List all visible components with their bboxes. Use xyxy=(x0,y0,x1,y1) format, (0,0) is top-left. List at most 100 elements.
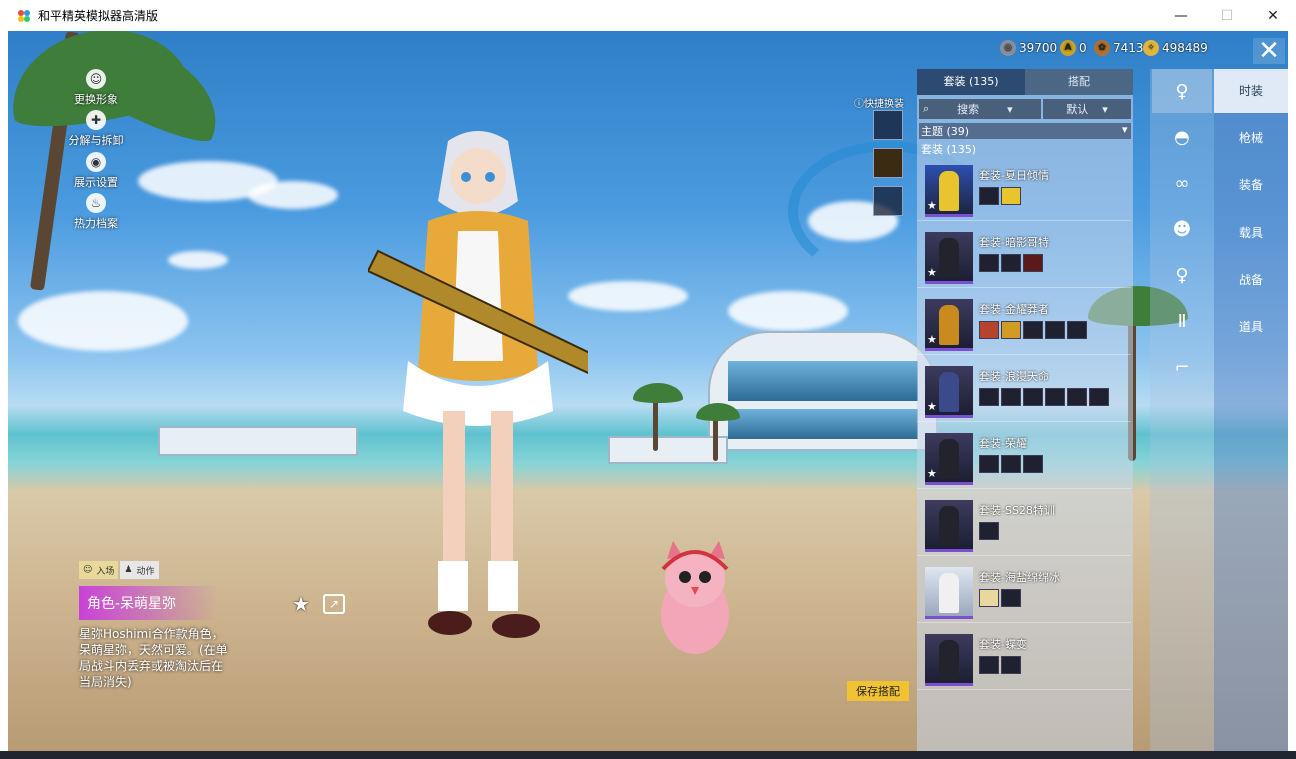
part-chip[interactable] xyxy=(1023,254,1043,272)
part-chip[interactable] xyxy=(1045,388,1065,406)
currency-silver-value: 39700 xyxy=(1019,41,1058,55)
eye-icon: ◉ xyxy=(86,152,106,172)
fire-icon: ♨ xyxy=(86,193,106,213)
star-icon: ★ xyxy=(927,199,937,212)
part-chip[interactable] xyxy=(979,455,999,473)
decompose-label: 分解与拆卸 xyxy=(68,134,124,147)
heat-archive-button[interactable]: ♨ 热力档案 xyxy=(56,193,136,231)
suit-row[interactable]: ★ 套装-暗影哥特 xyxy=(917,228,1131,288)
part-chip[interactable] xyxy=(1001,589,1021,607)
part-chip[interactable] xyxy=(1045,321,1065,339)
minimize-button[interactable]: — xyxy=(1158,0,1204,31)
tab-action[interactable]: ♟ 动作 xyxy=(120,561,159,579)
distant-villa xyxy=(158,426,358,456)
suit-parts xyxy=(979,187,1021,205)
close-window-button[interactable]: ✕ xyxy=(1250,0,1296,31)
quick-swap-slot-2[interactable] xyxy=(873,148,903,178)
category-vehicles[interactable]: 载具 xyxy=(1214,211,1288,255)
theme-label: 主题 (39) xyxy=(921,125,970,138)
quick-swap-slot-3[interactable] xyxy=(873,186,903,216)
part-chip[interactable] xyxy=(979,388,999,406)
face-icon[interactable]: ☻ xyxy=(1152,207,1212,251)
part-chip[interactable] xyxy=(979,254,999,272)
part-chip[interactable] xyxy=(979,656,999,674)
suit-row[interactable]: 套装-海盐绵绵冰 xyxy=(917,563,1131,623)
part-chip[interactable] xyxy=(1067,388,1087,406)
category-fashion[interactable]: 时装 xyxy=(1214,69,1288,113)
part-chip[interactable] xyxy=(1089,388,1109,406)
part-chip[interactable] xyxy=(1001,187,1021,205)
suit-parts xyxy=(979,522,999,540)
character-model xyxy=(368,131,588,638)
suit-row[interactable]: ★ 套装-荣耀 xyxy=(917,429,1131,489)
share-icon[interactable]: ↗ xyxy=(323,594,345,614)
save-outfit-button[interactable]: 保存搭配 xyxy=(847,681,909,701)
outfit-icon[interactable]: ♀ xyxy=(1152,253,1212,297)
category-combat-prep[interactable]: 战备 xyxy=(1214,258,1288,302)
part-chip[interactable] xyxy=(979,589,999,607)
suit-row[interactable]: ★ 套装-浪漫天命 xyxy=(917,362,1131,422)
outfit-tabs: 套装 (135) 搭配 xyxy=(917,69,1133,95)
category-firearms[interactable]: 枪械 xyxy=(1214,116,1288,160)
cap-icon[interactable]: ◓ xyxy=(1152,115,1212,159)
help-icon: ⓘ xyxy=(854,99,864,110)
sort-select[interactable]: 默认 ▾ xyxy=(1043,99,1131,119)
tab-suits[interactable]: 套装 (135) xyxy=(917,69,1025,95)
part-chip[interactable] xyxy=(1001,388,1021,406)
display-settings-button[interactable]: ◉ 展示设置 xyxy=(56,152,136,190)
part-chip[interactable] xyxy=(979,522,999,540)
person-icon: ☺ xyxy=(86,69,106,89)
category-equipment[interactable]: 装备 xyxy=(1214,163,1288,207)
maximize-button[interactable]: ☐ xyxy=(1204,0,1250,31)
part-chip[interactable] xyxy=(979,321,999,339)
suit-thumbnail: ★ xyxy=(925,366,973,418)
change-appearance-label: 更换形象 xyxy=(74,93,118,106)
chevron-down-icon: ▾ xyxy=(1102,102,1108,116)
favorite-star-icon[interactable]: ★ xyxy=(292,592,310,616)
suit-row[interactable]: ★ 套装-金耀莽者 xyxy=(917,295,1131,355)
star-icon: ★ xyxy=(927,467,937,480)
currency-a-coin: A 0 xyxy=(1060,40,1087,56)
distant-villa xyxy=(608,436,728,464)
decompose-button[interactable]: ✚ 分解与拆卸 xyxy=(56,110,136,148)
goggles-icon[interactable]: ∞ xyxy=(1152,161,1212,205)
pants-icon[interactable]: Ⅱ xyxy=(1152,299,1212,343)
part-chip[interactable] xyxy=(1023,388,1043,406)
part-chip[interactable] xyxy=(1001,455,1021,473)
part-chip[interactable] xyxy=(1001,321,1021,339)
suit-thumbnail: ★ xyxy=(925,299,973,351)
part-chip[interactable] xyxy=(979,187,999,205)
display-settings-label: 展示设置 xyxy=(74,176,118,189)
tab-entrance[interactable]: ☺ 入场 xyxy=(79,561,119,579)
search-label: 搜索 xyxy=(957,103,980,116)
currency-a-coin-value: 0 xyxy=(1079,41,1087,55)
character-icon[interactable]: ♀ xyxy=(1152,69,1212,113)
cloud-shape xyxy=(168,251,228,269)
puzzle-icon: ✚ xyxy=(86,110,106,130)
suit-row[interactable]: 套装-蝶变 xyxy=(917,630,1131,690)
part-chip[interactable] xyxy=(1001,656,1021,674)
quick-swap-slot-1[interactable] xyxy=(873,110,903,140)
animation-tabs: ☺ 入场 ♟ 动作 xyxy=(79,561,159,579)
category-props[interactable]: 道具 xyxy=(1214,305,1288,349)
shoes-icon[interactable]: ⌐ xyxy=(1152,345,1212,389)
suit-name: 套装-SS28特训 xyxy=(979,504,1055,517)
part-chip[interactable] xyxy=(1067,321,1087,339)
gray-coin-icon: ◎ xyxy=(1000,40,1016,56)
suit-parts xyxy=(979,656,1021,674)
app-window: 和平精英模拟器高清版 — ☐ ✕ ☺ 更换形象 ✚ 分解与拆卸 ◉ 展示设置 ♨… xyxy=(0,0,1296,759)
change-appearance-button[interactable]: ☺ 更换形象 xyxy=(56,69,136,107)
part-chip[interactable] xyxy=(1023,321,1043,339)
tab-match[interactable]: 搭配 xyxy=(1025,69,1133,95)
suit-thumbnail xyxy=(925,500,973,552)
part-chip[interactable] xyxy=(1001,254,1021,272)
search-input[interactable]: ⌕ 搜索 ▾ xyxy=(919,99,1041,119)
star-icon: ★ xyxy=(927,400,937,413)
close-icon[interactable]: ✕ xyxy=(1253,36,1285,66)
suit-row[interactable]: 套装-SS28特训 xyxy=(917,496,1131,556)
theme-filter[interactable]: 主题 (39) ▾ xyxy=(919,123,1131,139)
pose-icon: ♟ xyxy=(124,565,133,575)
part-chip[interactable] xyxy=(1023,455,1043,473)
quick-swap-label: ⓘ快捷换装 xyxy=(854,99,904,110)
suit-row[interactable]: ★ 套装-夏日倾情 xyxy=(917,161,1131,221)
